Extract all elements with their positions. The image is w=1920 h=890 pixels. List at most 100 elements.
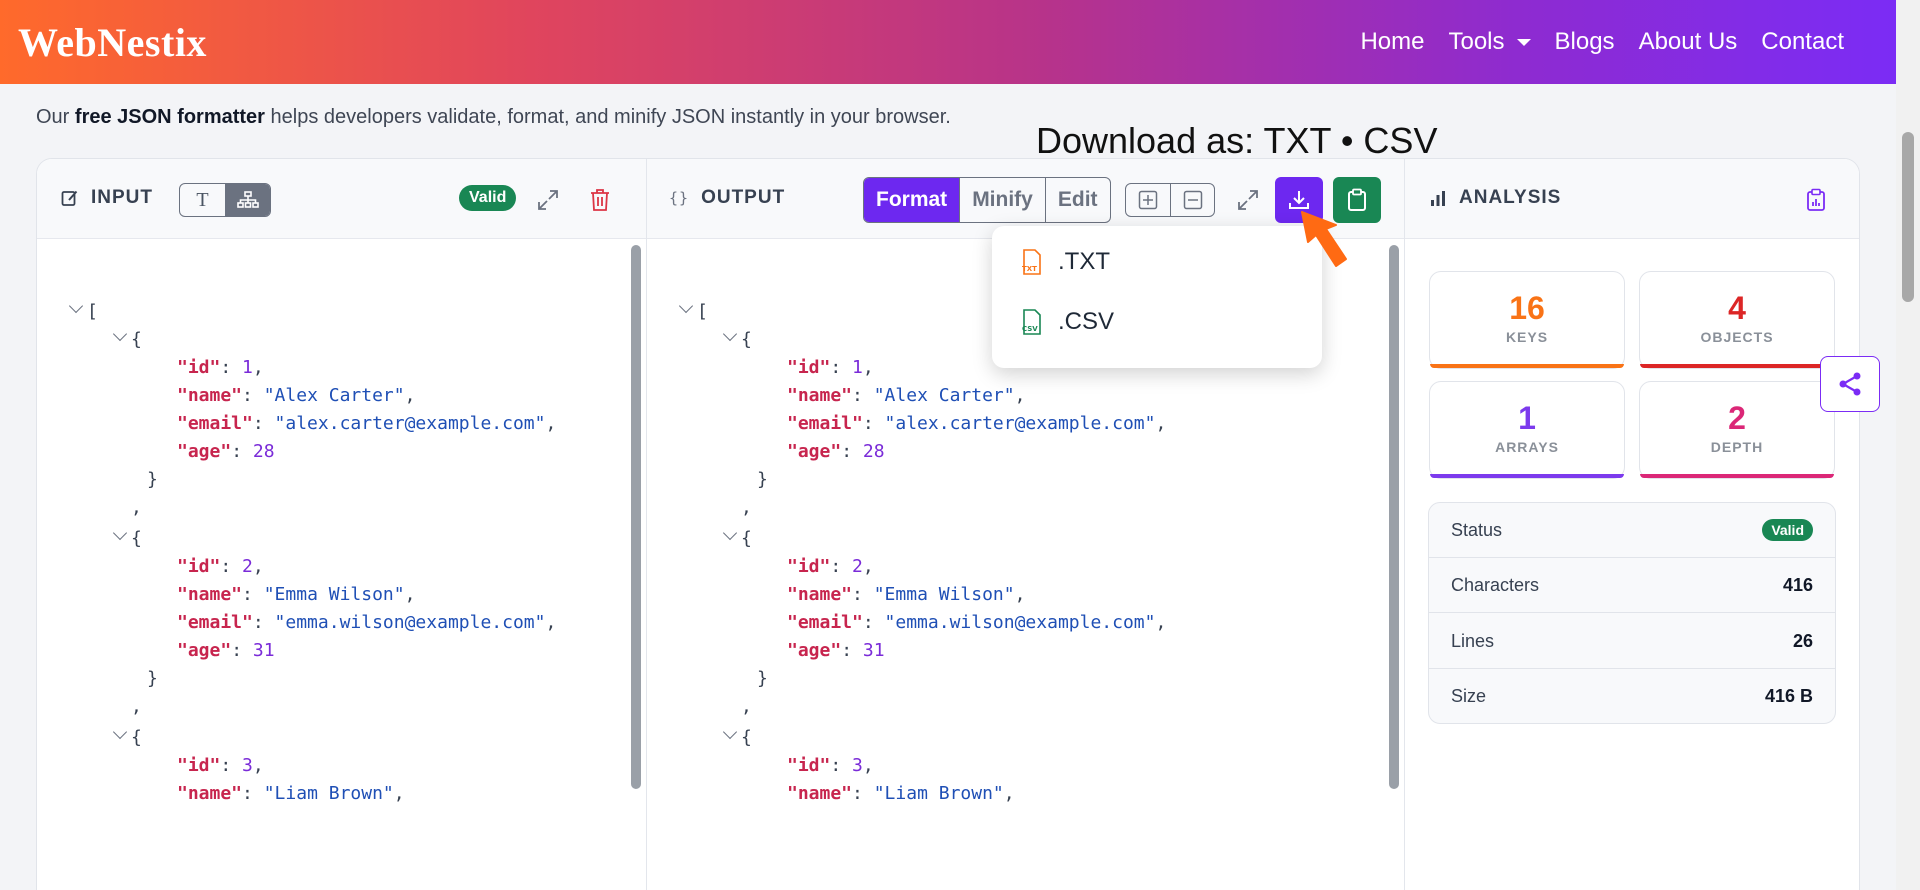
collapse-chevron-icon[interactable]: [68, 298, 84, 314]
nav-tools[interactable]: Tools: [1448, 28, 1531, 56]
stat-arrays-value: 1: [1518, 400, 1536, 436]
code-token: :: [841, 640, 863, 661]
download-csv-item[interactable]: CSV .CSV: [1020, 308, 1114, 336]
code-token: {: [741, 528, 752, 549]
code-token: "alex.carter@example.com": [274, 413, 546, 434]
edit-button[interactable]: Edit: [1044, 178, 1110, 222]
row-label: Status: [1451, 519, 1503, 540]
code-token: ,: [862, 357, 874, 378]
intro-bold: free JSON formatter: [74, 106, 265, 128]
code-token: "emma.wilson@example.com": [274, 612, 546, 633]
input-scrollbar[interactable]: [631, 245, 641, 789]
nav-home-label: Home: [1360, 28, 1425, 55]
share-button[interactable]: [1820, 356, 1880, 412]
code-token: 3: [852, 755, 863, 776]
braces-icon: {}: [669, 189, 690, 207]
code-token: 3: [242, 755, 253, 776]
site-logo[interactable]: WebNestix: [18, 19, 207, 66]
code-token: ,: [252, 556, 264, 577]
code-line: "age": 28: [787, 439, 885, 465]
nav-about[interactable]: About Us: [1639, 28, 1738, 56]
stat-depth-label: DEPTH: [1710, 439, 1764, 455]
expand-input-button[interactable]: [533, 185, 563, 215]
download-txt-item[interactable]: TXT .TXT: [1020, 248, 1110, 276]
pointer-arrow-icon: [1301, 211, 1347, 267]
code-token: "id": [787, 755, 831, 776]
code-token: ,: [404, 584, 416, 605]
copy-analysis-button[interactable]: [1801, 185, 1831, 215]
format-button[interactable]: Format: [864, 178, 960, 222]
bar-chart-icon: [1429, 189, 1447, 207]
code-token: 2: [852, 556, 863, 577]
clear-input-button[interactable]: [585, 185, 615, 215]
analysis-header: ANALYSIS: [1429, 187, 1561, 209]
code-line: "id": 2,: [177, 554, 264, 580]
expand-icon: [538, 190, 558, 210]
code-line: "id": 1,: [177, 355, 264, 381]
code-line: "name": "Alex Carter",: [177, 383, 415, 409]
code-token: :: [242, 783, 264, 804]
csv-file-icon: CSV: [1022, 309, 1041, 335]
row-label: Characters: [1451, 574, 1540, 595]
code-token: "email": [177, 612, 253, 633]
code-token: "id": [787, 357, 831, 378]
view-toggle: T: [179, 183, 271, 217]
minify-button[interactable]: Minify: [959, 178, 1045, 222]
code-token: ,: [1003, 783, 1015, 804]
text-view-button[interactable]: T: [180, 184, 225, 216]
output-scrollbar[interactable]: [1389, 245, 1399, 789]
code-token: 1: [852, 357, 863, 378]
code-line: }: [147, 666, 158, 692]
collapse-chevron-icon[interactable]: [722, 525, 738, 541]
code-line: "email": "emma.wilson@example.com",: [787, 610, 1166, 636]
status-badge: Valid: [1762, 519, 1813, 541]
collapse-chevron-icon[interactable]: [722, 326, 738, 342]
code-token: ,: [741, 696, 752, 717]
input-tree-view[interactable]: [{"id": 1, "name": "Alex Carter", "email":…: [37, 239, 646, 890]
expand-all-button[interactable]: [1126, 184, 1170, 216]
code-token: ,: [252, 755, 264, 776]
collapse-chevron-icon[interactable]: [112, 724, 128, 740]
collapse-chevron-icon[interactable]: [722, 724, 738, 740]
plus-square-icon: [1138, 190, 1158, 210]
code-token: 31: [252, 640, 275, 661]
stat-keys: 16 KEYS: [1429, 271, 1625, 369]
collapse-chevron-icon[interactable]: [112, 326, 128, 342]
txt-file-tag: TXT: [1022, 265, 1037, 273]
code-token: :: [242, 385, 264, 406]
code-line: {: [131, 327, 142, 353]
nav-home[interactable]: Home: [1360, 28, 1424, 56]
collapse-chevron-icon[interactable]: [678, 298, 694, 314]
code-token: ,: [741, 497, 752, 518]
expand-icon: [1238, 190, 1258, 210]
nav-contact[interactable]: Contact: [1761, 28, 1844, 56]
collapse-all-button[interactable]: [1170, 184, 1214, 216]
stat-objects: 4 OBJECTS: [1639, 271, 1835, 369]
code-line: "name": "Emma Wilson",: [787, 582, 1025, 608]
zoom-buttons: [1125, 183, 1215, 217]
nav-about-label: About Us: [1638, 28, 1738, 55]
code-line: }: [757, 666, 768, 692]
edit-icon: [61, 189, 79, 207]
expand-output-button[interactable]: [1233, 185, 1263, 215]
stat-underline: [1640, 474, 1834, 478]
code-line: }: [757, 467, 768, 493]
tree-view-button[interactable]: [225, 184, 270, 216]
code-token: 1: [242, 357, 253, 378]
input-valid-badge: Valid: [459, 185, 517, 211]
code-token: }: [757, 668, 768, 689]
stat-keys-value: 16: [1509, 290, 1545, 326]
code-token: :: [830, 755, 853, 776]
page-scrollbar[interactable]: [1896, 0, 1920, 890]
nav-blogs[interactable]: Blogs: [1555, 28, 1615, 56]
code-token: ,: [1014, 584, 1026, 605]
code-token: ,: [131, 497, 142, 518]
page-scrollbar-thumb[interactable]: [1902, 132, 1914, 302]
code-line: "name": "Emma Wilson",: [177, 582, 415, 608]
code-token: :: [252, 413, 275, 434]
code-token: :: [220, 556, 243, 577]
stat-objects-label: OBJECTS: [1700, 329, 1774, 345]
code-token: :: [231, 441, 253, 462]
collapse-chevron-icon[interactable]: [112, 525, 128, 541]
stat-depth: 2 DEPTH: [1639, 381, 1835, 479]
